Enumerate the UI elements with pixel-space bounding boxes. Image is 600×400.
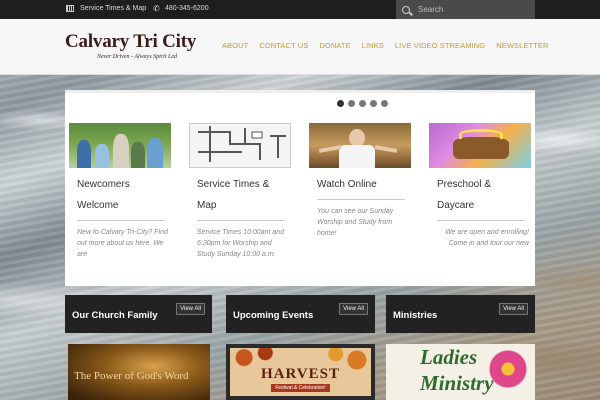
service-times-label: Service Times & Map xyxy=(80,5,147,12)
feature-desc: New to Calvary Tri-City? Find out more a… xyxy=(77,229,168,258)
slider-dot[interactable] xyxy=(381,100,388,107)
feature-desc: We are open and enrolling! Come in and t… xyxy=(445,229,529,247)
slider-dot[interactable] xyxy=(337,100,344,107)
slider-dot[interactable] xyxy=(348,100,355,107)
search-box xyxy=(396,0,535,19)
preschool-photo[interactable] xyxy=(429,123,531,168)
ladies-ministry-image[interactable]: Ladies Ministry xyxy=(386,344,535,400)
harvest-title: HARVEST xyxy=(261,366,340,382)
street-map[interactable] xyxy=(189,123,291,168)
feature-desc: You can see our Sunday Worship and Study… xyxy=(317,208,394,237)
nav-links[interactable]: LINKS xyxy=(362,41,384,50)
gods-word-text: The Power of God's Word xyxy=(74,370,189,382)
service-times-link[interactable]: Service Times & Map xyxy=(66,5,146,12)
phone-link[interactable]: ✆ 480-345-6200 xyxy=(153,4,209,13)
preacher-photo[interactable] xyxy=(309,123,411,168)
site-logo[interactable]: Calvary Tri City Never Driven - Always S… xyxy=(65,31,209,60)
calendar-icon xyxy=(66,5,74,12)
gods-word-image[interactable]: The Power of God's Word xyxy=(68,344,210,400)
category-upcoming-events: Upcoming Events View All xyxy=(226,295,375,333)
feature-title[interactable]: Service Times & Map xyxy=(197,174,289,216)
view-all-button[interactable]: View All xyxy=(339,303,368,315)
feature-desc: Service Times 10:00am and 6:30pm for Wor… xyxy=(197,229,285,258)
category-title: Ministries xyxy=(393,310,438,321)
flower-icon xyxy=(488,349,528,389)
image-slider xyxy=(65,90,535,114)
top-bar: Service Times & Map ✆ 480-345-6200 xyxy=(0,0,600,19)
feature-title[interactable]: Preschool & Daycare xyxy=(437,174,529,216)
feature-watch-online: Watch Online You can see our Sunday Wors… xyxy=(309,123,411,239)
divider xyxy=(437,220,525,221)
site-header: Calvary Tri City Never Driven - Always S… xyxy=(0,19,600,75)
feature-panel: Newcomers Welcome New to Calvary Tri-Cit… xyxy=(65,114,535,286)
view-all-button[interactable]: View All xyxy=(176,303,205,315)
nav-donate[interactable]: DONATE xyxy=(319,41,350,50)
slider-bar xyxy=(65,90,535,93)
main-nav: ABOUT CONTACT US DONATE LINKS LIVE VIDEO… xyxy=(222,41,560,50)
nav-contact-us[interactable]: CONTACT US xyxy=(259,41,308,50)
category-title: Our Church Family xyxy=(72,310,158,321)
search-input[interactable] xyxy=(418,2,528,17)
slider-dots xyxy=(337,100,388,107)
feature-title[interactable]: Watch Online xyxy=(317,174,409,195)
feature-newcomers: Newcomers Welcome New to Calvary Tri-Cit… xyxy=(69,123,171,260)
logo-name: Calvary Tri City xyxy=(65,31,197,52)
category-church-family: Our Church Family View All xyxy=(65,295,212,333)
harvest-subtitle: Festival & Celebration! xyxy=(230,384,371,392)
nav-newsletter[interactable]: NEWSLETTER xyxy=(496,41,548,50)
phone-number: 480-345-6200 xyxy=(165,5,209,12)
divider xyxy=(77,220,165,221)
nav-live-video-streaming[interactable]: LIVE VIDEO STREAMING xyxy=(395,41,485,50)
feature-service-times: Service Times & Map Service Times 10:00a… xyxy=(189,123,291,260)
map-drawing xyxy=(198,126,286,162)
view-all-button[interactable]: View All xyxy=(499,303,528,315)
divider xyxy=(197,220,285,221)
logo-tagline: Never Driven - Always Spirit Led xyxy=(96,54,178,60)
slider-dot[interactable] xyxy=(370,100,377,107)
harvest-image[interactable]: HARVEST Festival & Celebration! xyxy=(226,344,375,400)
feature-title[interactable]: Newcomers Welcome xyxy=(77,174,169,216)
slider-dot[interactable] xyxy=(359,100,366,107)
phone-icon: ✆ xyxy=(153,4,160,13)
divider xyxy=(317,199,405,200)
category-ministries: Ministries View All xyxy=(386,295,535,333)
harvest-subtitle-text: Festival & Celebration! xyxy=(271,384,330,392)
category-title: Upcoming Events xyxy=(233,310,314,321)
search-icon[interactable] xyxy=(402,5,410,14)
nav-about[interactable]: ABOUT xyxy=(222,41,248,50)
people-photo[interactable] xyxy=(69,123,171,168)
feature-preschool: Preschool & Daycare We are open and enro… xyxy=(429,123,531,249)
